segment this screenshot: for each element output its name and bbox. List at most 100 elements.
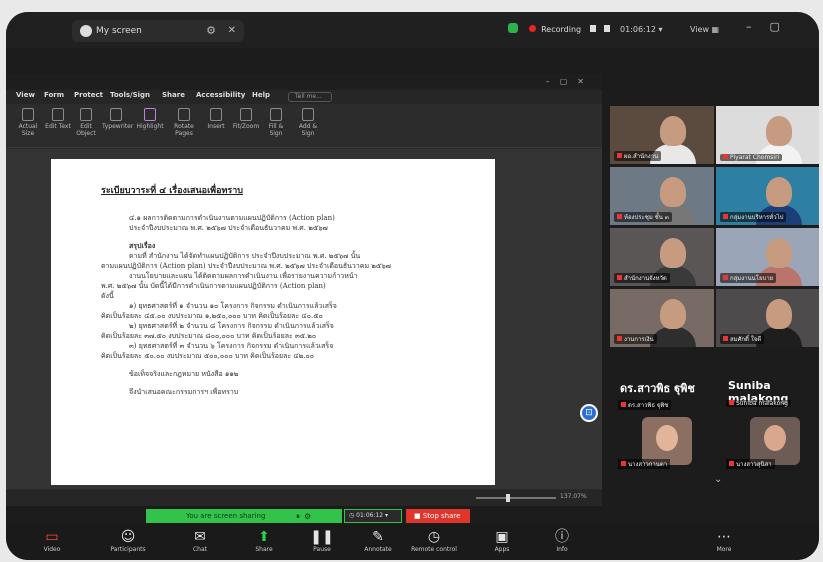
zoom-slider[interactable] xyxy=(476,494,556,502)
video-button[interactable]: ▭ Video xyxy=(26,528,78,553)
ribbon-typewriter-button[interactable]: Typewriter xyxy=(102,108,134,130)
participant-tile[interactable]: ผอ.สำนักงาน xyxy=(610,106,714,164)
toolbar-label: Apps xyxy=(494,546,510,553)
document-line: จึงนำเสนอคณะกรรมการฯ เพื่อทราบ xyxy=(129,388,239,396)
zoom-level[interactable]: 137.07% xyxy=(560,493,587,500)
toolbar-label: Pause xyxy=(313,546,331,553)
menu-share[interactable]: Share xyxy=(162,91,185,99)
menu-view[interactable]: View xyxy=(16,91,35,99)
document-status-bar: 137.07% xyxy=(6,490,602,506)
view-button[interactable]: View ▦ xyxy=(690,22,719,38)
ribbon-tool-icon xyxy=(210,108,222,121)
stop-share-label: Stop share xyxy=(422,512,461,520)
document-viewport[interactable]: ระเบียบวาระที่ ๔ เรื่องเสนอเพื่อทราบ ๔.๑… xyxy=(6,149,602,489)
ribbon-rotate-pages-button[interactable]: Rotate Pages xyxy=(170,108,198,137)
share-icon: ⬆ xyxy=(258,529,270,545)
more-icon: ⋯ xyxy=(717,529,731,545)
sharing-timer: ◷ 01:06:12 ▾ xyxy=(344,509,402,523)
menu-help[interactable]: Help xyxy=(252,91,270,99)
toolbar-label: Share xyxy=(255,546,273,553)
participant-tile[interactable]: กลุ่มงานบริหารทั่วไป xyxy=(716,167,819,225)
info-button[interactable]: ⓘ Info xyxy=(536,528,588,553)
menu-tools-sign[interactable]: Tools/Sign xyxy=(110,91,150,99)
meeting-top-bar: My screen ⚙ ✕ Recording 01:06:12 ▾ View … xyxy=(6,12,819,48)
participant-face xyxy=(766,177,792,207)
ribbon-actual-size-button[interactable]: Actual Size xyxy=(14,108,42,137)
document-line: ๑) ยุทธศาสตร์ที่ ๑ จำนวน ๑๐ โครงการ กิจก… xyxy=(129,302,337,310)
participant-face xyxy=(766,299,792,329)
video-icon: ▭ xyxy=(45,529,59,545)
chat-icon: ✉ xyxy=(194,529,206,545)
document-line: คิดเป็นร้อยละ ๓๗.๕๐ งบประมาณ ๘๐๐,๐๐๐ บาท… xyxy=(101,332,317,340)
participant-tile[interactable]: งานการเงิน xyxy=(610,289,714,347)
more-button[interactable]: ⋯ More xyxy=(698,528,750,553)
participant-avatar[interactable] xyxy=(642,417,692,465)
document-line: ข้อเท็จจริงและกฎหมาย หนังสือ ๑๑๒ xyxy=(129,370,239,378)
document-window-controls[interactable]: –▢✕ xyxy=(546,74,594,90)
participant-tile[interactable]: สำนักงานจังหวัด xyxy=(610,228,714,286)
sharing-timer-value: 01:06:12 xyxy=(356,512,384,519)
ribbon-tool-icon xyxy=(178,108,190,121)
chevron-down-icon[interactable]: ⌄ xyxy=(714,474,722,485)
participant-name-label: ผอ.สำนักงาน xyxy=(614,151,662,161)
document-line: ตามที่ สำนักงาน ได้จัดทำแผนปฏิบัติการ ปร… xyxy=(129,252,361,260)
participant-name-label: กลุ่มงานนโยบาย xyxy=(720,273,777,283)
participant-name-label: สำนักงานจังหวัด xyxy=(614,273,670,283)
window-controls[interactable]: –▢ xyxy=(746,20,798,33)
menu-form[interactable]: Form xyxy=(44,91,64,99)
ribbon-label: Typewriter xyxy=(102,123,134,130)
document-line: งานนโยบายและแผน ได้ติดตามผลการดำเนินงาน … xyxy=(129,272,358,280)
view-label: View xyxy=(690,25,709,34)
toolbar-label: Chat xyxy=(192,546,208,553)
stop-share-button[interactable]: ■ Stop share xyxy=(406,509,470,523)
remote-control-button[interactable]: ◷ Remote control xyxy=(408,528,460,553)
document-line: พ.ศ. ๒๕๖๗ นั้น บัดนี้ได้มีการดำเนินการตา… xyxy=(101,282,326,290)
menu-accessibility[interactable]: Accessibility xyxy=(196,91,245,99)
participant-name-label: สมศักดิ์ ใจดี xyxy=(720,334,765,344)
recording-indicator[interactable]: Recording xyxy=(508,22,611,38)
document-line: ตามแผนปฏิบัติการ (Action plan) ประจำปีงบ… xyxy=(101,262,391,270)
shared-screen-tab[interactable]: My screen ⚙ ✕ xyxy=(72,20,244,42)
document-line: ประจำปีงบประมาณ พ.ศ. ๒๕๖๗ ประจำเดือนธันว… xyxy=(129,224,328,232)
participant-tile[interactable]: กลุ่มงานนโยบาย xyxy=(716,228,819,286)
apps-button[interactable]: ▣ Apps xyxy=(476,528,528,553)
share-annotate-fab-icon[interactable]: ⊡ xyxy=(580,404,598,422)
pause-button[interactable]: ❚❚ Pause xyxy=(296,528,348,553)
participant-tile[interactable]: Piyarat Chomsiri xyxy=(716,106,819,164)
ribbon-label: Edit Object xyxy=(76,123,96,137)
meeting-window: My screen ⚙ ✕ Recording 01:06:12 ▾ View … xyxy=(6,12,819,560)
sharing-control-icons[interactable]: ⏸⚙ xyxy=(296,510,315,524)
meeting-timer-value: 01:06:12 xyxy=(620,25,656,34)
ribbon-edit-object-button[interactable]: Edit Object xyxy=(72,108,100,137)
participant-tile[interactable]: สมศักดิ์ ใจดี xyxy=(716,289,819,347)
ribbon-tool-icon xyxy=(302,108,314,121)
annotate-button[interactable]: ✎ Annotate xyxy=(352,528,404,553)
settings-icon[interactable]: ⚙ xyxy=(206,20,216,42)
ribbon-label: Highlight xyxy=(136,123,164,130)
participant-name-label: ดร.สาวพิธ ฐุพิช xyxy=(618,400,672,410)
stop-recording-icon[interactable] xyxy=(604,25,611,32)
participant-face xyxy=(660,177,686,207)
ribbon-fit-zoom-button[interactable]: Fit/Zoom xyxy=(232,108,260,130)
pause-recording-icon[interactable] xyxy=(589,25,596,32)
participant-big-name: ดร.สาวพิธ ฐุพิช xyxy=(620,382,695,395)
participants-button[interactable]: ☺ Participants xyxy=(102,528,154,553)
ribbon-tool-icon xyxy=(52,108,64,121)
security-shield-icon[interactable] xyxy=(508,23,518,33)
chat-button[interactable]: ✉ Chat xyxy=(174,528,226,553)
tell-me-search[interactable]: Tell me... xyxy=(288,92,332,102)
document-title-bar: –▢✕ xyxy=(6,74,602,90)
participant-tile[interactable]: ห้องประชุม ชั้น ๓ xyxy=(610,167,714,225)
ribbon-highlight-button[interactable]: Highlight xyxy=(136,108,164,130)
menu-protect[interactable]: Protect xyxy=(74,91,103,99)
ribbon-fill-sign-button[interactable]: Fill & Sign xyxy=(262,108,290,137)
share-button[interactable]: ⬆ Share xyxy=(238,528,290,553)
ribbon-insert-button[interactable]: Insert xyxy=(202,108,230,130)
close-icon[interactable]: ✕ xyxy=(228,20,236,42)
ribbon-add-sign-button[interactable]: Add & Sign xyxy=(294,108,322,137)
shared-screen-tab-label: My screen xyxy=(96,26,142,36)
ribbon-edit-text-button[interactable]: Edit Text xyxy=(44,108,72,130)
participant-avatar[interactable] xyxy=(750,417,800,465)
